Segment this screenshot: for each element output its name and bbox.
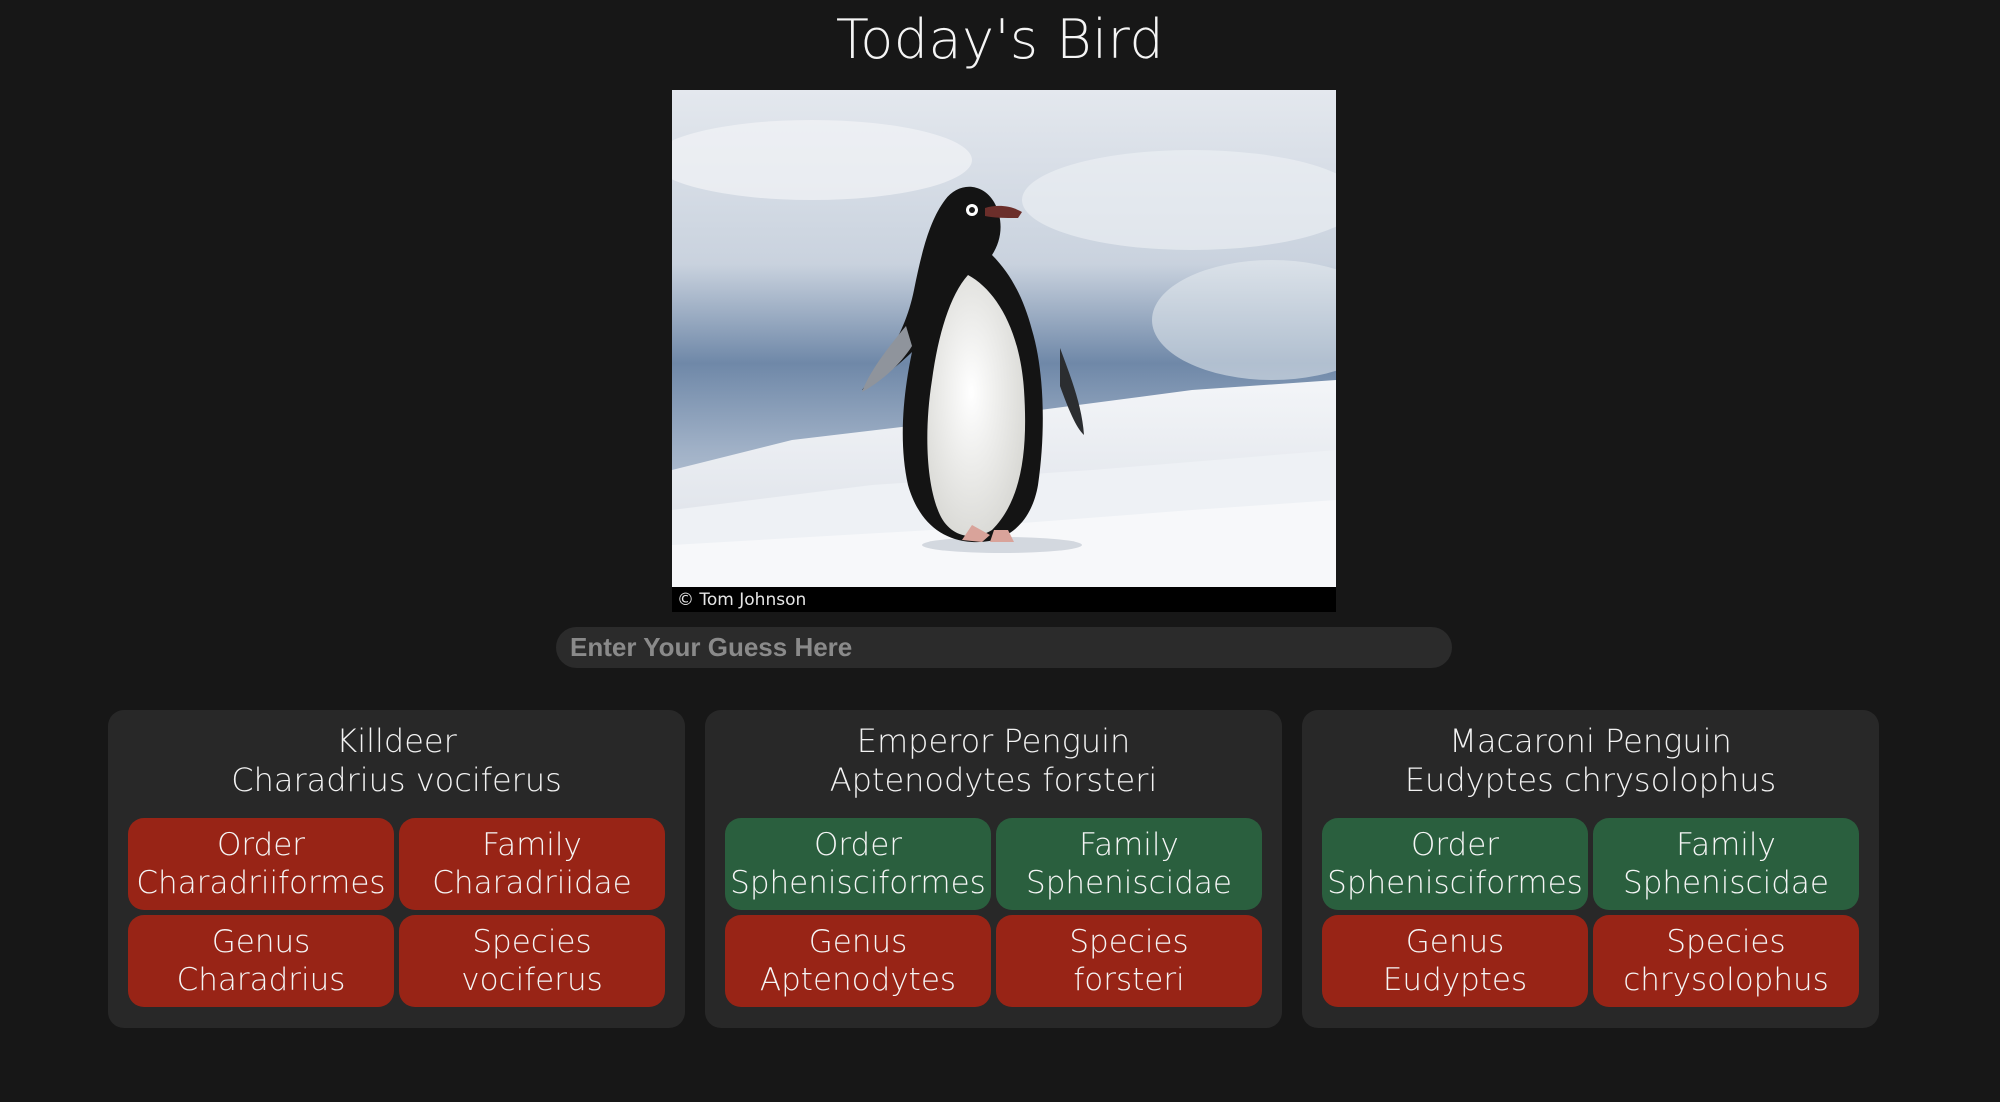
tile-taxon-value: Charadriiformes <box>136 865 386 901</box>
tile-rank-label: Family <box>1079 827 1179 863</box>
guess-input[interactable] <box>556 627 1452 668</box>
tile-rank-label: Family <box>482 827 582 863</box>
bird-guess-page: Today's Bird © Tom Johnson Enter Your Gu… <box>0 0 2000 1102</box>
tile-rank-label: Genus <box>211 924 311 960</box>
tile-rank-label: Order <box>216 827 306 863</box>
tile-taxon-value: chrysolophus <box>1623 962 1829 998</box>
order-tile[interactable]: Order Sphenisciformes <box>1322 818 1588 910</box>
guess-card: Killdeer Charadrius vociferus Order Char… <box>108 710 685 1028</box>
genus-tile[interactable]: Genus Eudyptes <box>1322 915 1588 1007</box>
order-tile[interactable]: Order Charadriiformes <box>128 818 394 910</box>
guess-history: Killdeer Charadrius vociferus Order Char… <box>108 710 1879 1028</box>
tile-taxon-value: Charadriidae <box>432 865 632 901</box>
bird-photo <box>672 90 1336 587</box>
family-tile[interactable]: Family Spheniscidae <box>1593 818 1859 910</box>
tile-rank-label: Genus <box>808 924 908 960</box>
genus-tile[interactable]: Genus Aptenodytes <box>725 915 991 1007</box>
family-tile[interactable]: Family Charadriidae <box>399 818 665 910</box>
tile-taxon-value: Sphenisciformes <box>730 865 986 901</box>
tile-taxon-value: vociferus <box>461 962 603 998</box>
tile-rank-label: Order <box>1410 827 1500 863</box>
species-tile[interactable]: Species vociferus <box>399 915 665 1007</box>
tile-taxon-value: Spheniscidae <box>1026 865 1232 901</box>
photo-credit: © Tom Johnson <box>677 590 807 610</box>
tile-rank-label: Species <box>1069 924 1189 960</box>
genus-tile[interactable]: Genus Charadrius <box>128 915 394 1007</box>
tile-rank-label: Order <box>813 827 903 863</box>
tile-taxon-value: Charadrius <box>176 962 346 998</box>
guess-common-name: Killdeer <box>336 722 457 760</box>
guess-card: Macaroni Penguin Eudyptes chrysolophus O… <box>1302 710 1879 1028</box>
guess-scientific-name: Aptenodytes forsteri <box>829 761 1158 799</box>
bird-photo-frame: © Tom Johnson <box>672 90 1336 612</box>
guess-card: Emperor Penguin Aptenodytes forsteri Ord… <box>705 710 1282 1028</box>
tile-taxon-value: Spheniscidae <box>1623 865 1829 901</box>
page-title: Today's Bird <box>835 8 1165 71</box>
tile-taxon-value: Aptenodytes <box>759 962 957 998</box>
tile-rank-label: Species <box>472 924 592 960</box>
guess-common-name: Emperor Penguin <box>856 722 1131 760</box>
order-tile[interactable]: Order Sphenisciformes <box>725 818 991 910</box>
tile-taxon-value: Sphenisciformes <box>1327 865 1583 901</box>
tile-rank-label: Family <box>1676 827 1776 863</box>
guess-scientific-name: Charadrius vociferus <box>231 761 562 799</box>
tile-taxon-value: Eudyptes <box>1382 962 1528 998</box>
species-tile[interactable]: Species chrysolophus <box>1593 915 1859 1007</box>
guess-scientific-name: Eudyptes chrysolophus <box>1404 761 1777 799</box>
guess-common-name: Macaroni Penguin <box>1449 722 1732 760</box>
tile-taxon-value: forsteri <box>1073 962 1185 998</box>
family-tile[interactable]: Family Spheniscidae <box>996 818 1262 910</box>
tile-rank-label: Genus <box>1405 924 1505 960</box>
species-tile[interactable]: Species forsteri <box>996 915 1262 1007</box>
tile-rank-label: Species <box>1666 924 1786 960</box>
